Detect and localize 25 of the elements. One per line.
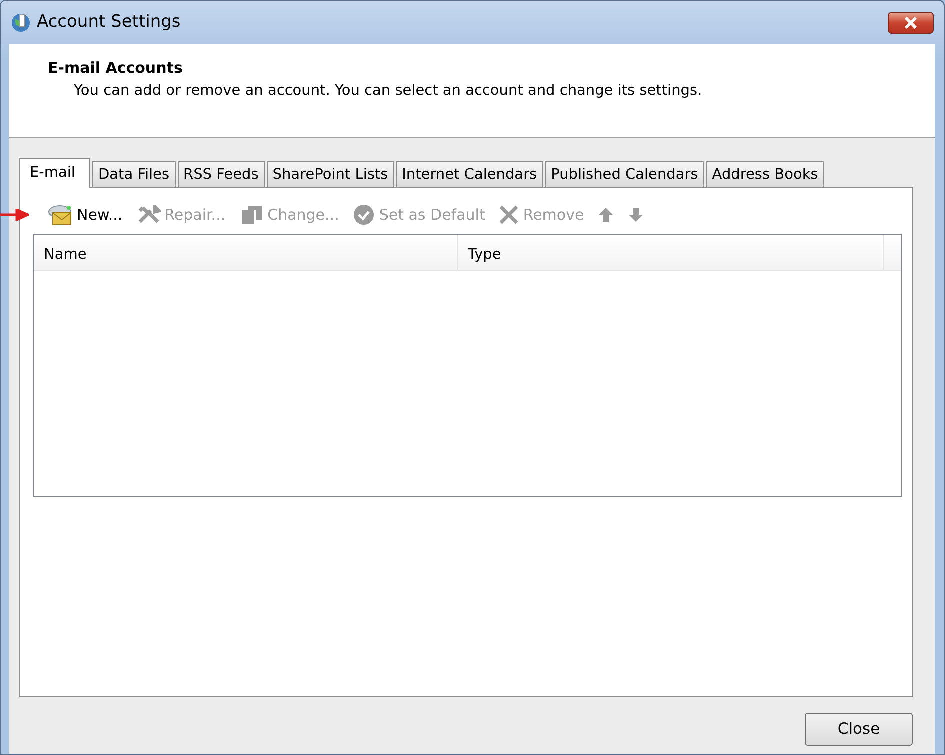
tab[interactable]: E-mail <box>19 158 90 188</box>
tab[interactable]: SharePoint Lists <box>266 161 394 187</box>
tab[interactable]: RSS Feeds <box>178 161 265 187</box>
tools-icon <box>136 205 161 225</box>
down-arrow-icon <box>628 207 644 223</box>
up-arrow-icon <box>598 207 614 223</box>
tab[interactable]: Internet Calendars <box>396 161 544 187</box>
close-dialog-button[interactable]: Close <box>805 713 913 746</box>
pointer-arrow-icon <box>0 209 29 221</box>
close-button[interactable] <box>888 12 934 34</box>
column-header[interactable]: Name <box>34 235 458 270</box>
envelope-icon <box>47 203 73 227</box>
section-description: You can add or remove an account. You can select an account and change its settings. <box>74 82 704 101</box>
section-heading: E-mail Accounts <box>48 59 184 77</box>
tab[interactable]: Address Books <box>706 161 824 187</box>
globe-icon <box>11 12 31 32</box>
column-header[interactable]: Type <box>458 235 884 270</box>
tab[interactable]: Data Files <box>92 161 176 187</box>
new-button[interactable]: New... <box>47 203 123 227</box>
document-icon <box>240 204 264 226</box>
x-icon <box>499 205 520 225</box>
checkmark-icon <box>353 204 376 226</box>
close-icon <box>904 16 918 28</box>
window-title: Account Settings <box>37 10 181 34</box>
tab[interactable]: Published Calendars <box>545 161 704 187</box>
